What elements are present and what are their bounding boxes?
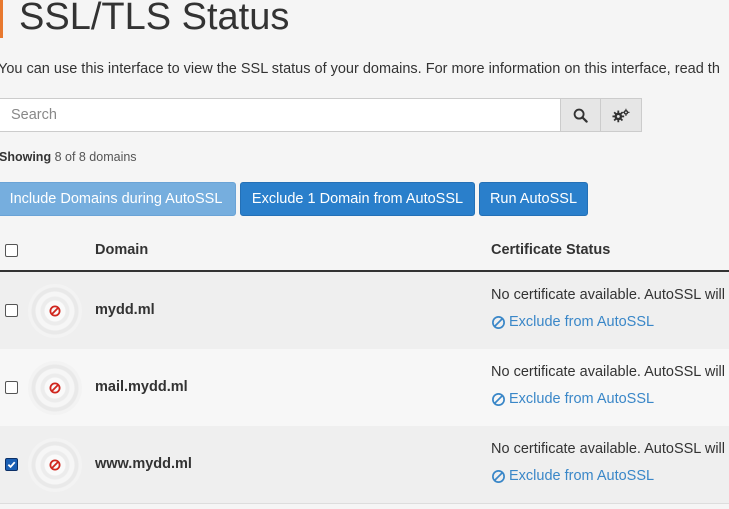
settings-button[interactable] (601, 98, 642, 132)
search-input[interactable] (0, 98, 560, 132)
search-icon (573, 108, 588, 123)
exclude-link-label: Exclude from AutoSSL (509, 391, 655, 407)
status-badge (28, 438, 82, 492)
certificate-status-text: No certificate available. AutoSSL will (491, 364, 725, 380)
row-checkbox[interactable] (5, 381, 18, 394)
exclude-domain-button[interactable]: Exclude 1 Domain from AutoSSL (240, 182, 475, 216)
table-row: www.mydd.ml No certificate available. Aut… (0, 426, 729, 504)
domain-name: www.mydd.ml (95, 456, 192, 472)
search-button[interactable] (560, 98, 601, 132)
domain-name: mail.mydd.ml (95, 379, 188, 395)
status-badge (28, 284, 82, 338)
ban-icon (492, 392, 505, 406)
exclude-from-autossl-link[interactable]: Exclude from AutoSSL (491, 468, 654, 484)
results-count: 8 of 8 domains (54, 150, 137, 164)
exclude-link-label: Exclude from AutoSSL (509, 468, 655, 484)
page-title: SSL/TLS Status (19, 0, 290, 38)
title-accent-bar (0, 0, 3, 38)
ban-icon (492, 469, 505, 483)
ban-icon (492, 315, 505, 329)
gears-icon (612, 108, 630, 122)
table-row: mail.mydd.ml No certificate available. Au… (0, 349, 729, 427)
domain-column-header[interactable]: Domain (95, 242, 148, 258)
prohibited-icon (49, 305, 61, 317)
status-column-header[interactable]: Certificate Status (491, 242, 610, 258)
table-header: Domain Certificate Status (0, 232, 729, 272)
row-checkbox[interactable] (5, 304, 18, 317)
domain-name: mydd.ml (95, 302, 155, 318)
exclude-link-label: Exclude from AutoSSL (509, 314, 655, 330)
search-bar (0, 98, 642, 132)
include-domains-button[interactable]: Include Domains during AutoSSL (0, 182, 236, 216)
results-summary-label: Showing (0, 150, 52, 164)
intro-text: You can use this interface to view the S… (0, 61, 720, 77)
table-row: mydd.ml No certificate available. AutoSSL… (0, 272, 729, 350)
run-autossl-button[interactable]: Run AutoSSL (479, 182, 588, 216)
status-badge (28, 361, 82, 415)
certificate-status-text: No certificate available. AutoSSL will (491, 441, 725, 457)
certificate-status-text: No certificate available. AutoSSL will (491, 287, 725, 303)
exclude-from-autossl-link[interactable]: Exclude from AutoSSL (491, 314, 654, 330)
row-checkbox[interactable] (5, 458, 18, 471)
prohibited-icon (49, 382, 61, 394)
results-summary: Showing 8 of 8 domains (0, 150, 137, 164)
select-all-checkbox[interactable] (5, 244, 18, 257)
exclude-from-autossl-link[interactable]: Exclude from AutoSSL (491, 391, 654, 407)
prohibited-icon (49, 459, 61, 471)
